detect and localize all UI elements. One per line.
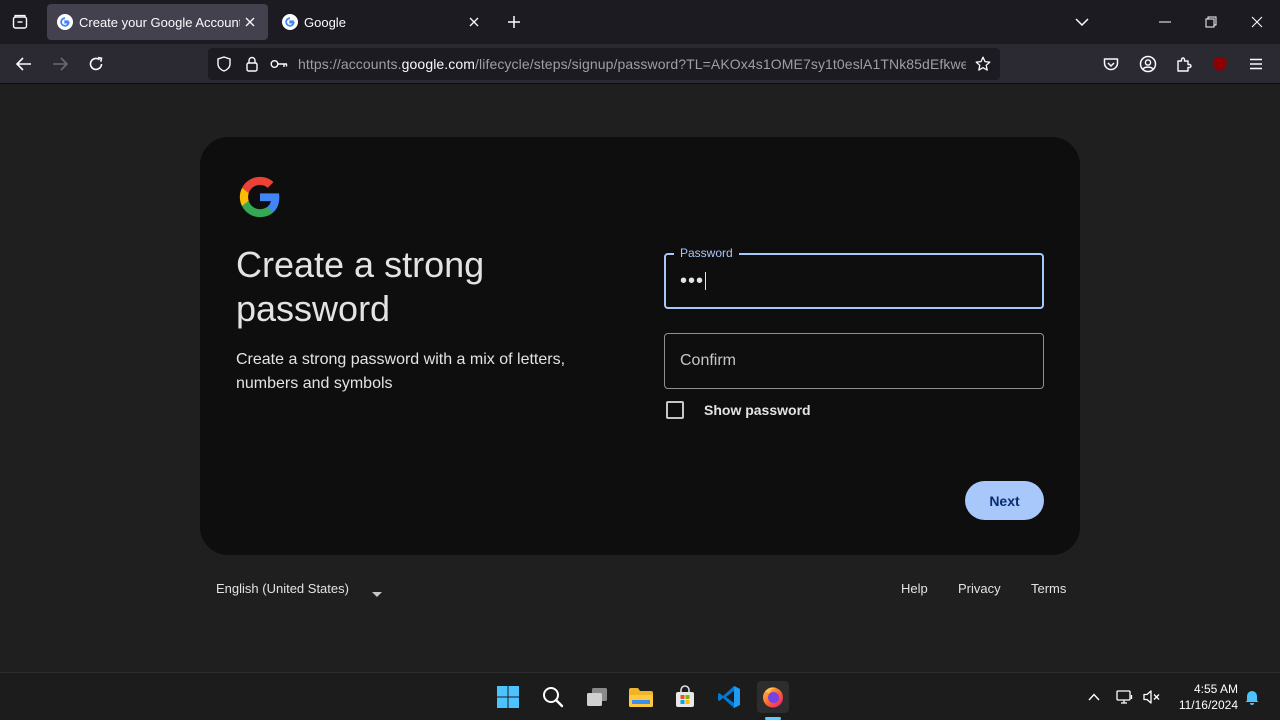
signup-card: Create a strong password Create a strong… (200, 137, 1080, 555)
clock-time: 4:55 AM (1193, 682, 1238, 696)
notification-bell-icon[interactable] (1240, 685, 1264, 709)
page-footer: English (United States) Help Privacy Ter… (216, 581, 1066, 601)
forward-icon[interactable] (48, 52, 72, 76)
tab-strip: Create your Google Account Google (0, 0, 1280, 44)
next-button[interactable]: Next (965, 481, 1044, 520)
show-password-toggle[interactable]: Show password (666, 400, 811, 420)
account-icon[interactable] (1136, 52, 1160, 76)
vscode-icon[interactable] (713, 681, 745, 713)
ublock-extension-icon[interactable] (1208, 52, 1232, 76)
dropdown-arrow-icon[interactable] (372, 586, 382, 601)
show-password-label[interactable]: Show password (704, 402, 811, 418)
store-icon[interactable] (669, 681, 701, 713)
url-text[interactable]: https://accounts.google.com/lifecycle/st… (298, 56, 966, 72)
tab-title: Create your Google Account (79, 14, 240, 30)
confirm-placeholder: Confirm (680, 352, 737, 369)
terms-link[interactable]: Terms (1031, 581, 1066, 596)
page-content: Create a strong password Create a strong… (0, 85, 1280, 672)
taskbar: 4:55 AM 11/16/2024 (0, 672, 1280, 720)
list-all-tabs-icon[interactable] (8, 10, 32, 34)
volume-muted-icon[interactable] (1140, 685, 1164, 709)
shield-icon[interactable] (215, 56, 233, 72)
confirm-password-field[interactable]: Confirm (664, 333, 1044, 389)
start-icon[interactable] (492, 681, 524, 713)
close-window-icon[interactable] (1243, 8, 1271, 36)
password-label: Password (674, 245, 739, 261)
new-tab-icon[interactable] (503, 11, 525, 33)
lock-icon[interactable] (243, 56, 261, 72)
password-field[interactable]: Password ••• (664, 245, 1044, 309)
language-selector[interactable]: English (United States) (216, 581, 349, 596)
network-icon[interactable] (1113, 685, 1137, 709)
search-icon[interactable] (537, 681, 569, 713)
language-label[interactable]: English (United States) (216, 581, 349, 596)
back-icon[interactable] (12, 52, 36, 76)
clock-date: 11/16/2024 (1178, 698, 1238, 712)
system-clock[interactable]: 4:55 AM 11/16/2024 (1168, 681, 1238, 713)
google-logo-icon (239, 176, 280, 218)
privacy-link[interactable]: Privacy (958, 581, 1001, 596)
page-title: Create a strong password (236, 244, 485, 329)
navigation-toolbar: https://accounts.google.com/lifecycle/st… (0, 44, 1280, 106)
restore-icon[interactable] (1197, 8, 1225, 36)
help-link[interactable]: Help (901, 581, 928, 596)
minimize-icon[interactable] (1151, 8, 1179, 36)
text-caret (705, 272, 707, 290)
close-tab-icon[interactable] (240, 12, 260, 32)
reload-icon[interactable] (84, 52, 108, 76)
google-favicon-icon (57, 14, 73, 30)
show-password-checkbox[interactable] (666, 401, 684, 419)
pocket-icon[interactable] (1099, 52, 1123, 76)
menu-icon[interactable] (1244, 52, 1268, 76)
chevron-up-icon[interactable] (1082, 685, 1106, 709)
chevron-down-icon[interactable] (1071, 11, 1093, 33)
file-explorer-icon[interactable] (625, 681, 657, 713)
task-view-icon[interactable] (581, 681, 613, 713)
tab-create-account[interactable]: Create your Google Account (47, 4, 268, 40)
page-description: Create a strong password with a mix of l… (236, 351, 566, 392)
extensions-icon[interactable] (1172, 52, 1196, 76)
close-tab-icon[interactable] (464, 12, 484, 32)
url-bar[interactable]: https://accounts.google.com/lifecycle/st… (208, 48, 1000, 80)
tab-title: Google (304, 14, 346, 30)
password-value[interactable]: ••• (680, 271, 707, 291)
star-icon[interactable] (974, 56, 992, 72)
firefox-icon[interactable] (757, 681, 789, 713)
tab-google[interactable]: Google (272, 4, 492, 40)
key-icon[interactable] (270, 56, 288, 72)
google-favicon-icon (282, 14, 298, 30)
